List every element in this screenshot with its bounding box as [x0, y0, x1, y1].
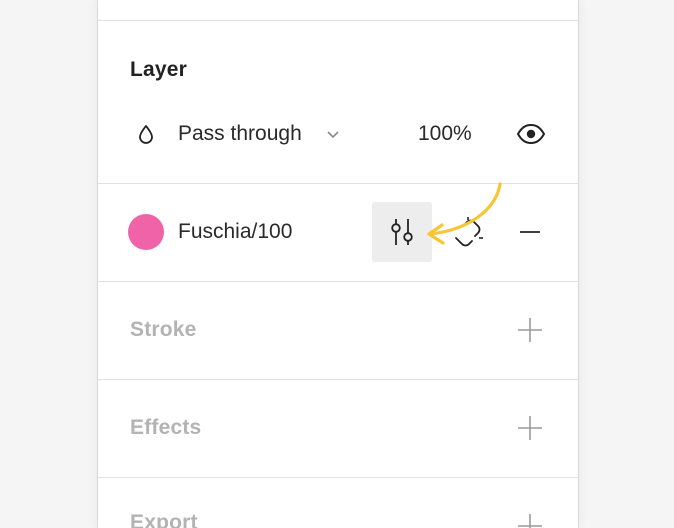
- stroke-section-title: Stroke: [130, 318, 197, 341]
- adjust-style-button[interactable]: [372, 202, 432, 262]
- sliders-icon: [391, 219, 413, 245]
- properties-panel: Layer Pass through 100% Fuschia/100 Stro…: [97, 0, 579, 528]
- drop-icon: [139, 125, 153, 144]
- chevron-down-icon: [327, 131, 339, 139]
- detach-style-icon[interactable]: [450, 216, 486, 250]
- top-divider: [98, 20, 578, 21]
- fill-style-name[interactable]: Fuschia/100: [178, 220, 292, 244]
- layer-section-title: Layer: [130, 58, 188, 81]
- layer-divider: [98, 183, 578, 184]
- effects-divider: [98, 477, 578, 478]
- minus-icon[interactable]: [518, 222, 542, 242]
- blend-mode-label: Pass through: [178, 122, 302, 145]
- eye-icon[interactable]: [516, 120, 546, 148]
- fill-color-swatch[interactable]: [128, 214, 164, 250]
- effects-section-title: Effects: [130, 416, 202, 439]
- blend-mode-dropdown[interactable]: Pass through: [176, 118, 346, 150]
- opacity-value[interactable]: 100%: [418, 122, 472, 146]
- fill-divider: [98, 281, 578, 282]
- add-export-plus-icon[interactable]: [516, 512, 544, 528]
- stroke-divider: [98, 379, 578, 380]
- add-effect-plus-icon[interactable]: [516, 414, 544, 442]
- export-section-title: Export: [130, 511, 198, 528]
- add-stroke-plus-icon[interactable]: [516, 316, 544, 344]
